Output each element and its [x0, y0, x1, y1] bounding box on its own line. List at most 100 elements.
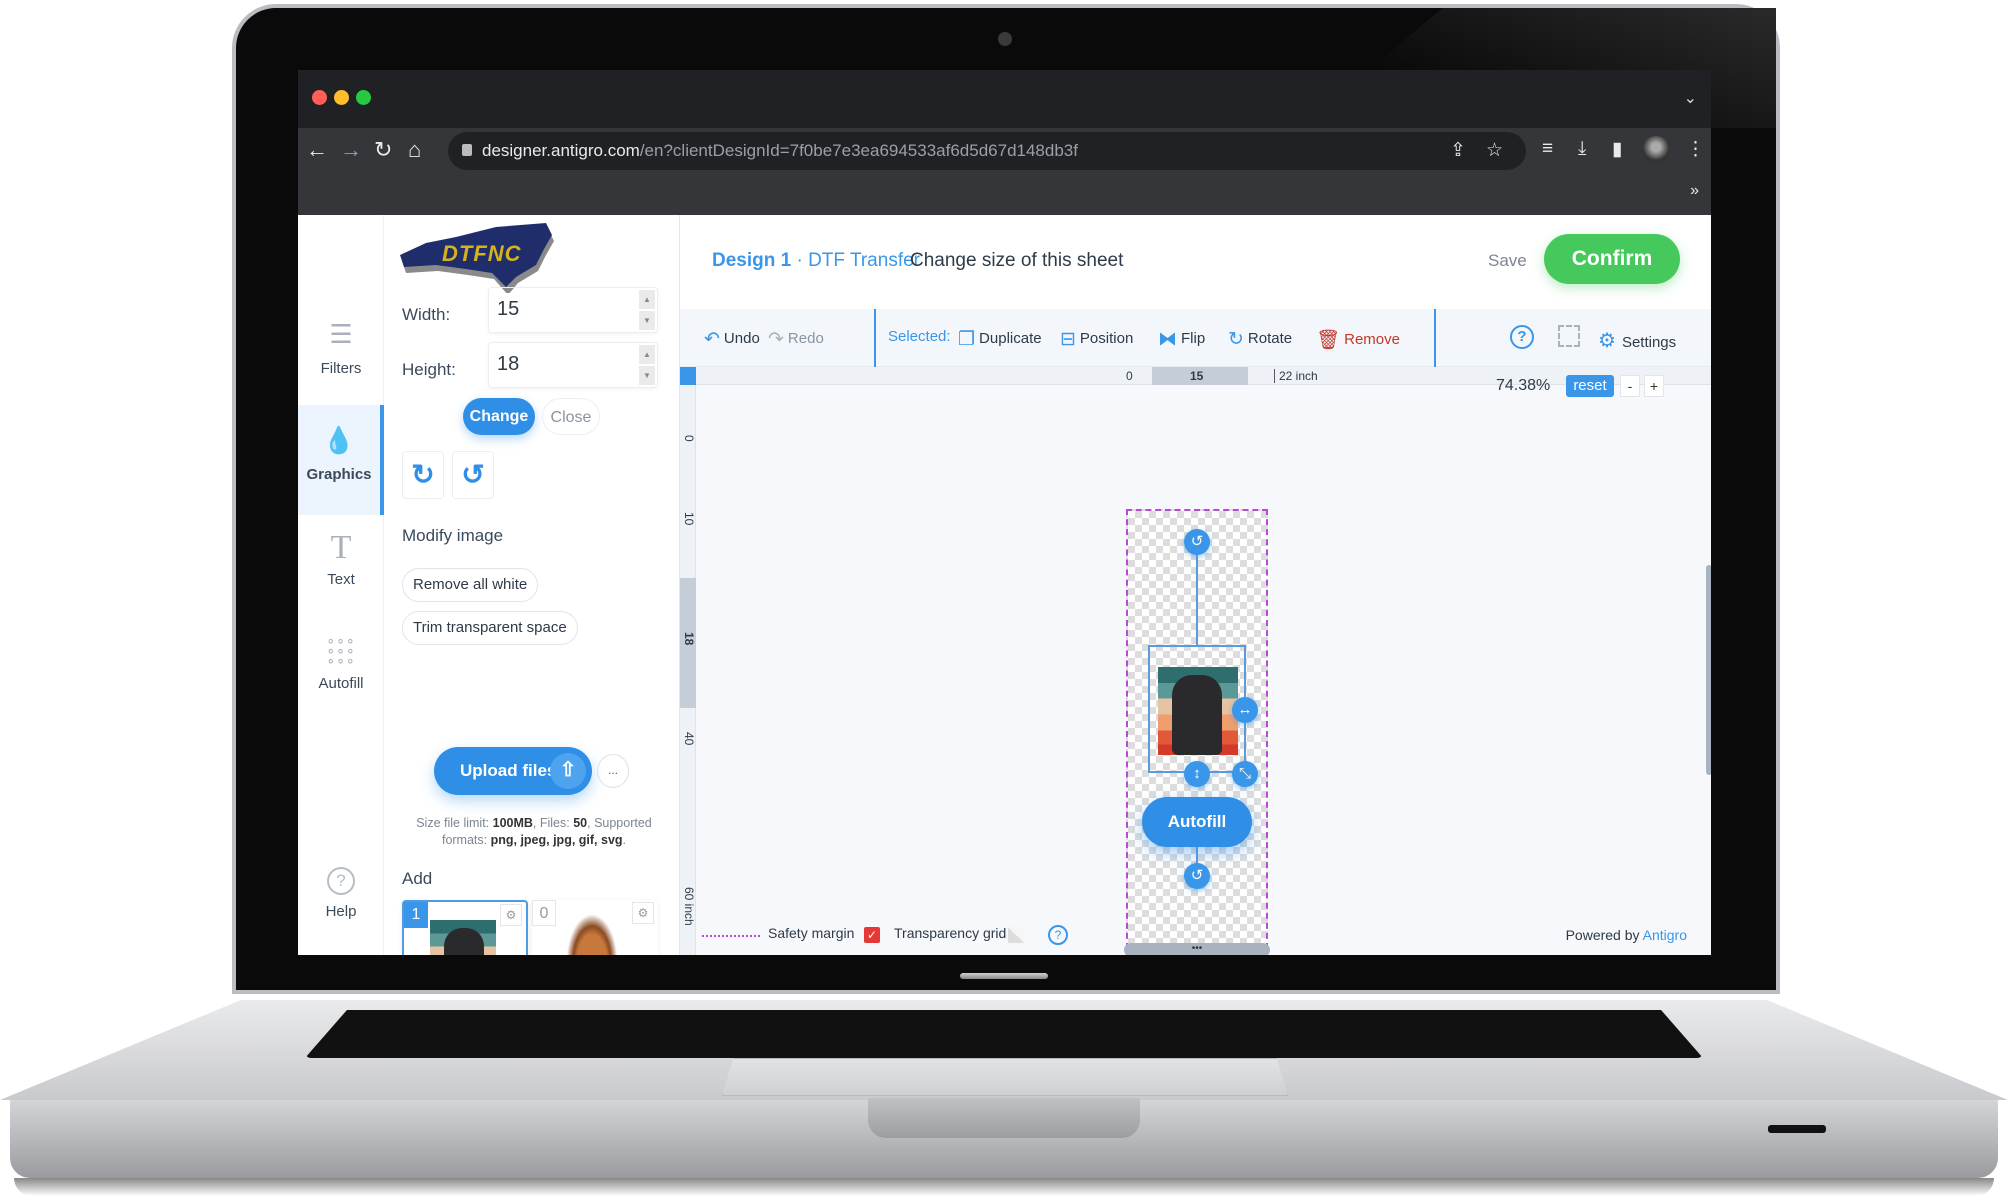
resize-horizontal-handle-icon[interactable]: ↔: [1232, 697, 1258, 723]
antigro-link[interactable]: Antigro: [1643, 927, 1687, 943]
question-icon: ?: [327, 867, 355, 895]
more-upload-options-button[interactable]: ...: [597, 754, 629, 788]
zoom-out-button[interactable]: -: [1620, 375, 1640, 397]
rail-item-filters[interactable]: ☰ Filters: [298, 307, 384, 397]
flip-button[interactable]: ⧓ Flip: [1158, 328, 1205, 351]
close-size-button[interactable]: Close: [542, 398, 600, 435]
fullscreen-icon[interactable]: [1558, 325, 1580, 347]
rotate-counterclockwise-button[interactable]: ↺: [452, 451, 494, 499]
design-title[interactable]: Design 1 · DTF Transfer: [712, 250, 920, 272]
rotate-handle-icon[interactable]: ↺: [1184, 529, 1210, 555]
ruler-label: 0: [1126, 369, 1133, 383]
add-heading: Add: [402, 869, 433, 888]
resize-diagonal-handle-icon[interactable]: ⤡: [1232, 761, 1258, 787]
help-icon[interactable]: ?: [1510, 325, 1534, 349]
rail-item-autofill[interactable]: ∘∘∘ ∘∘∘ ∘∘∘ Autofill: [298, 625, 384, 725]
webcam: [998, 32, 1012, 46]
grid-dots-icon: ∘∘∘ ∘∘∘ ∘∘∘: [326, 632, 356, 668]
dtfnc-logo[interactable]: DTFNC: [398, 223, 558, 295]
toolbar-divider: [1434, 309, 1436, 367]
graphic-thumbnail[interactable]: 1 ⚙: [402, 900, 528, 955]
upload-files-button[interactable]: Upload files ⇧: [434, 747, 592, 795]
action-toolbar: ↶ Undo ↷ Redo Selected: ❐ Duplicate ⊟ Positi…: [680, 309, 1711, 367]
gear-icon[interactable]: ⚙: [500, 904, 522, 926]
redo-icon: ↷: [768, 329, 784, 350]
decrement-icon[interactable]: ▼: [639, 366, 655, 385]
address-bar[interactable]: designer.antigro.com/en?clientDesignId=7…: [448, 132, 1526, 170]
back-icon[interactable]: ←: [306, 136, 328, 164]
bookmarks-overflow-icon[interactable]: »: [1690, 182, 1699, 200]
tab-search-chevron-icon[interactable]: ⌄: [1684, 88, 1697, 108]
position-button[interactable]: ⊟ Position: [1060, 328, 1133, 351]
url-text[interactable]: designer.antigro.com/en?clientDesignId=7…: [482, 141, 1078, 161]
increment-icon[interactable]: ▲: [639, 290, 655, 309]
lid-notch: [868, 1098, 1140, 1138]
gear-icon: ⚙: [1598, 330, 1616, 352]
text-t-icon: T: [330, 529, 352, 566]
rotate-handle-icon[interactable]: ↺: [1184, 863, 1210, 889]
minimize-window-button[interactable]: [334, 90, 349, 105]
height-label: Height:: [402, 360, 456, 379]
rail-item-help[interactable]: ? Help: [298, 867, 384, 947]
share-icon[interactable]: ⇪: [1450, 139, 1466, 162]
sliders-icon: ☰: [329, 319, 353, 349]
trim-transparent-space-button[interactable]: Trim transparent space: [402, 611, 578, 645]
lynx-graphic-image: [562, 906, 622, 955]
change-size-button[interactable]: Change: [463, 398, 535, 435]
width-input[interactable]: 15 ▲ ▼: [488, 287, 658, 333]
hinge: [960, 973, 1048, 979]
rotate-button[interactable]: ↻ Rotate: [1228, 328, 1292, 351]
maximize-window-button[interactable]: [356, 90, 371, 105]
safety-margin-checkbox[interactable]: ✓: [864, 927, 880, 943]
reading-list-icon[interactable]: ≡: [1542, 138, 1553, 160]
ruler-corner-button[interactable]: [680, 367, 696, 385]
reload-icon[interactable]: ↻: [374, 136, 392, 164]
decrement-icon[interactable]: ▼: [639, 311, 655, 330]
save-button[interactable]: Save: [1488, 251, 1527, 271]
sleep-led: [1768, 1125, 1826, 1133]
resize-vertical-handle-icon[interactable]: ↕: [1184, 761, 1210, 787]
menu-icon[interactable]: ⋮: [1686, 138, 1705, 161]
ruler-label: 0: [682, 435, 696, 442]
help-icon[interactable]: ?: [1048, 925, 1068, 945]
rotate-clockwise-button[interactable]: ↻: [402, 451, 444, 499]
confirm-button[interactable]: Confirm: [1544, 234, 1680, 284]
height-input[interactable]: 18 ▲ ▼: [488, 342, 658, 388]
designer-app: ☰ Filters 💧 Graphics T Text ∘∘∘ ∘∘∘ ∘∘∘ Au…: [298, 215, 1711, 955]
duplicate-button[interactable]: ❐ Duplicate: [958, 328, 1042, 351]
height-stepper[interactable]: ▲ ▼: [639, 345, 655, 385]
close-window-button[interactable]: [312, 90, 327, 105]
ruler-label: 40: [682, 732, 696, 746]
width-stepper[interactable]: ▲ ▼: [639, 290, 655, 330]
rail-item-text[interactable]: T Text: [298, 515, 384, 615]
horizontal-scrollbar[interactable]: •••: [1124, 943, 1270, 955]
lock-icon[interactable]: [462, 144, 472, 156]
settings-button[interactable]: ⚙ Settings: [1598, 328, 1676, 353]
gear-icon[interactable]: ⚙: [632, 902, 654, 924]
remove-all-white-button[interactable]: Remove all white: [402, 568, 539, 602]
profile-avatar[interactable]: [1642, 136, 1670, 164]
home-icon[interactable]: ⌂: [408, 136, 421, 164]
download-icon[interactable]: ⤓: [1578, 138, 1586, 160]
drop-icon: 💧: [322, 425, 356, 455]
remove-button[interactable]: 🗑 Remove: [1316, 328, 1400, 352]
zoom-in-button[interactable]: +: [1644, 375, 1664, 397]
redo-button[interactable]: ↷ Redo: [768, 328, 824, 351]
usage-count-badge: 1: [404, 902, 428, 928]
laptop-shadow: [14, 1178, 1994, 1196]
autofill-button[interactable]: Autofill: [1142, 797, 1252, 847]
graphic-thumbnail[interactable]: 0 ⚙: [532, 900, 658, 955]
change-sheet-size-link[interactable]: Change size of this sheet: [910, 250, 1123, 272]
sidebar-icon[interactable]: ▮: [1612, 138, 1622, 161]
star-icon[interactable]: ☆: [1486, 139, 1503, 162]
increment-icon[interactable]: ▲: [639, 345, 655, 364]
selected-label: Selected:: [888, 328, 951, 345]
ruler-label: 10: [682, 512, 696, 526]
vertical-scrollbar[interactable]: [1706, 565, 1711, 775]
safety-margin-legend-line: [702, 935, 760, 937]
forward-icon[interactable]: →: [340, 136, 362, 164]
undo-button[interactable]: ↶ Undo: [704, 328, 760, 351]
transparency-grid-checkbox[interactable]: [1008, 927, 1024, 943]
zoom-reset-button[interactable]: reset: [1566, 375, 1614, 397]
rail-item-graphics[interactable]: 💧 Graphics: [298, 405, 384, 515]
